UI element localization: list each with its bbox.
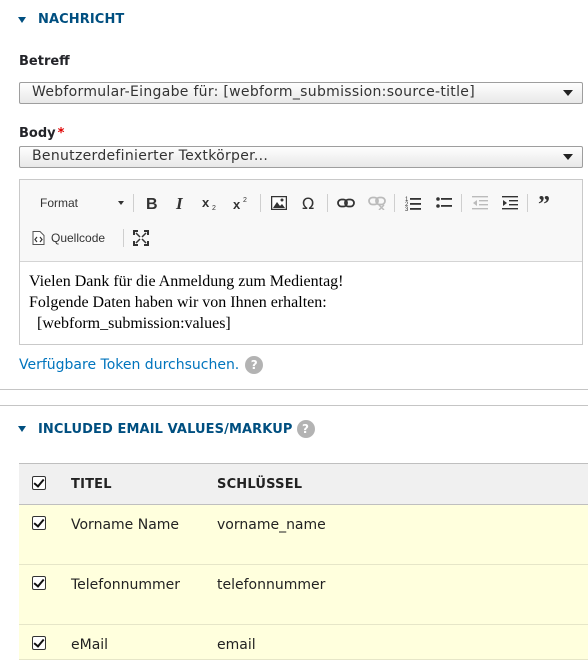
format-dropdown-label: Format xyxy=(40,196,79,210)
svg-text:x: x xyxy=(202,195,210,210)
column-header-schluessel: SCHLÜSSEL xyxy=(217,477,303,492)
section-title: NACHRICHT xyxy=(38,12,125,27)
format-dropdown[interactable]: Format xyxy=(28,192,128,214)
row-checkbox[interactable] xyxy=(32,516,46,530)
row-checkbox[interactable] xyxy=(32,576,46,590)
svg-text:B: B xyxy=(146,196,158,211)
svg-text:I: I xyxy=(175,195,184,211)
collapse-triangle-icon xyxy=(18,426,26,432)
help-icon[interactable]: ? xyxy=(245,356,264,374)
special-char-button[interactable]: Ω xyxy=(299,192,321,214)
indent-button[interactable] xyxy=(499,192,521,214)
required-marker: * xyxy=(57,126,65,141)
image-button[interactable] xyxy=(268,192,290,214)
body-label: Body * xyxy=(19,126,64,141)
row-key: vorname_name xyxy=(217,517,326,533)
image-icon xyxy=(271,196,287,210)
section-divider xyxy=(0,389,588,390)
select-all-checkbox[interactable] xyxy=(32,476,46,490)
section-title: INCLUDED EMAIL VALUES/MARKUP xyxy=(38,421,293,437)
toolbar-separator xyxy=(133,194,134,212)
numbered-list-icon: 123 xyxy=(405,197,421,211)
table-row[interactable]: Telefonnummer telefonnummer xyxy=(19,565,588,625)
bullet-list-icon xyxy=(436,197,452,208)
betreff-label: Betreff xyxy=(19,54,70,69)
maximize-icon xyxy=(133,230,149,246)
subscript-button[interactable]: x2 xyxy=(200,192,222,214)
omega-icon: Ω xyxy=(302,195,314,211)
unlink-button[interactable] xyxy=(366,192,388,214)
caret-down-icon xyxy=(118,201,124,205)
rich-text-editor: Format B I x2 x2 Ω 123 ” Quellcode Viele… xyxy=(19,179,583,345)
collapse-triangle-icon xyxy=(18,16,26,23)
dropdown-arrow-icon xyxy=(563,90,573,96)
body-format-select[interactable]: Benutzerdefinierter Textkörper... xyxy=(19,146,583,168)
toolbar-separator xyxy=(123,229,124,247)
italic-icon: I xyxy=(175,195,184,211)
outdent-button[interactable] xyxy=(469,192,491,214)
betreff-select[interactable]: Webformular-Eingabe für: [webform_submis… xyxy=(19,82,583,104)
toolbar-separator xyxy=(527,194,528,212)
body-select-value: Benutzerdefinierter Textkörper... xyxy=(32,148,269,164)
source-code-icon xyxy=(32,231,45,245)
editor-content[interactable]: Vielen Dank für die Anmeldung zum Medien… xyxy=(29,271,344,334)
toolbar-separator xyxy=(327,194,328,212)
content-line: Vielen Dank für die Anmeldung zum Medien… xyxy=(29,273,344,290)
maximize-button[interactable] xyxy=(130,227,152,249)
svg-text:3: 3 xyxy=(405,207,409,211)
unlink-icon xyxy=(368,196,386,210)
section-toggle-nachricht[interactable]: NACHRICHT xyxy=(18,12,124,27)
source-button[interactable]: Quellcode xyxy=(32,227,122,249)
body-label-text: Body xyxy=(19,126,56,141)
svg-text:”: ” xyxy=(538,196,550,210)
table-row[interactable]: eMail email xyxy=(19,625,588,660)
editor-toolbar: Format B I x2 x2 Ω 123 ” Quellcode xyxy=(20,180,582,262)
table-row[interactable]: Vorname Name vorname_name xyxy=(19,505,588,565)
row-title: Vorname Name xyxy=(71,517,180,533)
row-title: eMail xyxy=(71,637,109,653)
help-icon[interactable]: ? xyxy=(296,420,315,438)
indent-icon xyxy=(502,196,518,210)
row-key: telefonnummer xyxy=(217,577,326,593)
bold-icon: B xyxy=(146,196,158,211)
superscript-button[interactable]: x2 xyxy=(231,192,253,214)
column-header-titel: TITEL xyxy=(71,477,112,492)
section-toggle-included[interactable]: INCLUDED EMAIL VALUES/MARKUP ? xyxy=(18,420,315,438)
section-divider xyxy=(0,405,588,406)
content-line: [webform_submission:values] xyxy=(37,315,231,332)
link-icon xyxy=(337,198,355,208)
toolbar-separator xyxy=(394,194,395,212)
svg-text:2: 2 xyxy=(243,197,247,204)
numbered-list-button[interactable]: 123 xyxy=(402,192,424,214)
bullet-list-button[interactable] xyxy=(433,192,455,214)
toolbar-separator xyxy=(260,194,261,212)
blockquote-button[interactable]: ” xyxy=(535,192,557,214)
source-button-label: Quellcode xyxy=(51,231,106,245)
toolbar-separator xyxy=(461,194,462,212)
italic-button[interactable]: I xyxy=(170,192,192,214)
link-button[interactable] xyxy=(335,192,357,214)
svg-text:2: 2 xyxy=(212,205,216,211)
row-key: email xyxy=(217,637,256,653)
content-line: Folgende Daten haben wir von Ihnen erhal… xyxy=(29,294,327,311)
outdent-icon xyxy=(472,196,488,210)
dropdown-arrow-icon xyxy=(563,154,573,160)
row-checkbox[interactable] xyxy=(32,636,46,650)
quote-icon: ” xyxy=(538,196,550,210)
row-title: Telefonnummer xyxy=(71,577,181,593)
subscript-icon: x2 xyxy=(202,195,216,211)
betreff-select-value: Webformular-Eingabe für: [webform_submis… xyxy=(32,84,475,100)
svg-text:Ω: Ω xyxy=(302,195,314,211)
token-browser-link[interactable]: Verfügbare Token durchsuchen. xyxy=(19,357,239,373)
token-browser: Verfügbare Token durchsuchen. ? xyxy=(19,356,264,374)
superscript-icon: x2 xyxy=(233,197,247,211)
bold-button[interactable]: B xyxy=(141,192,163,214)
table-header: TITEL SCHLÜSSEL xyxy=(19,463,588,505)
svg-text:x: x xyxy=(233,197,241,211)
